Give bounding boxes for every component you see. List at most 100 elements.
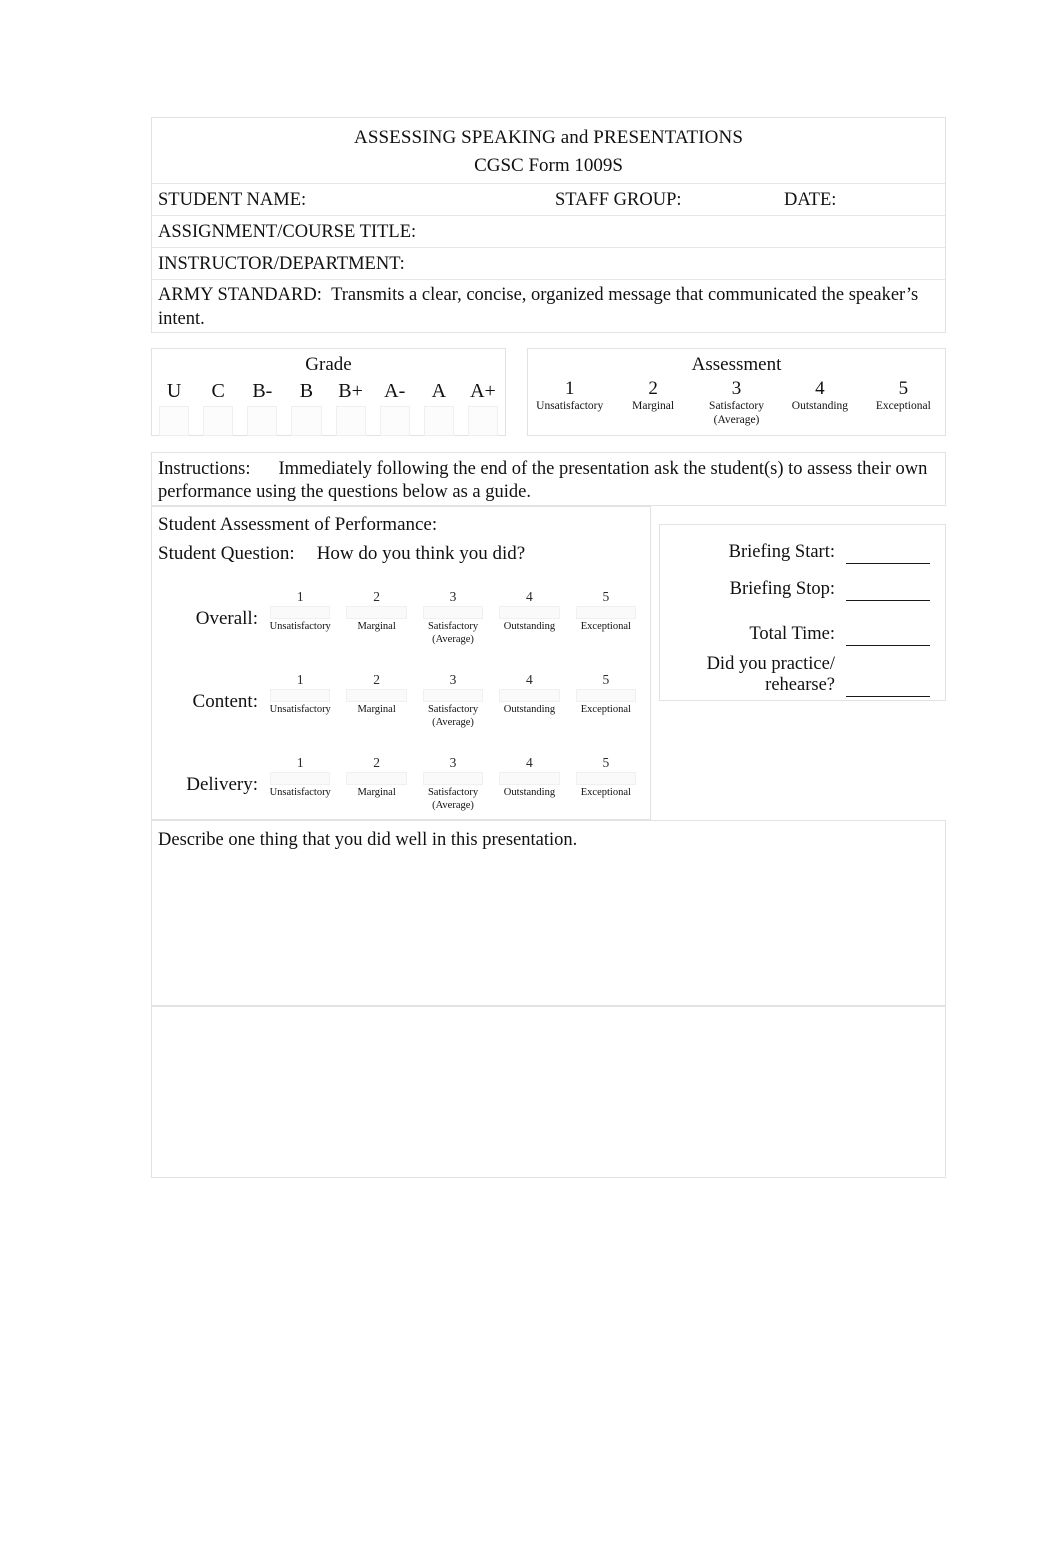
- practice-rehearse-label: Did you practice/rehearse?: [707, 654, 835, 696]
- rating-option-3[interactable]: 3 Satisfactory (Average): [415, 589, 491, 646]
- rating-option-4[interactable]: 4 Outstanding: [491, 672, 567, 729]
- assessment-caption: Assessment: [691, 354, 782, 375]
- assessment-level-word: Satisfactory: [709, 400, 764, 412]
- assessment-level-word: Outstanding: [791, 400, 849, 412]
- rating-checkbox[interactable]: [499, 606, 560, 619]
- rating-option-1[interactable]: 1 Unsatisfactory: [262, 755, 338, 812]
- rating-number: 5: [602, 589, 610, 604]
- form-page: ASSESSING SPEAKING and PRESENTATIONS CGS…: [0, 0, 1062, 1561]
- grade-option-label: U: [166, 380, 182, 402]
- rating-option-4[interactable]: 4 Outstanding: [491, 589, 567, 646]
- grade-option-c[interactable]: C: [196, 379, 240, 436]
- practice-rehearse-input[interactable]: [846, 696, 930, 697]
- rating-scale-label: Content:: [192, 691, 258, 712]
- rating-checkbox[interactable]: [270, 689, 331, 702]
- rating-word: Exceptional: [580, 704, 631, 715]
- grade-option-u[interactable]: U: [152, 379, 196, 436]
- rating-checkbox[interactable]: [575, 772, 637, 785]
- rating-scale-label: Delivery:: [186, 774, 258, 795]
- student-assessment-heading: Student Assessment of Performance:: [158, 514, 438, 535]
- grade-option-b-plus[interactable]: B+: [329, 379, 373, 436]
- rating-checkbox[interactable]: [575, 606, 637, 619]
- rating-option-1[interactable]: 1 Unsatisfactory: [262, 589, 338, 646]
- rating-option-2[interactable]: 2 Marginal: [338, 589, 414, 646]
- rating-number: 1: [296, 672, 304, 687]
- grade-checkbox[interactable]: [247, 406, 278, 436]
- grade-option-label: A-: [384, 380, 406, 402]
- date-label: DATE:: [784, 190, 837, 210]
- grade-checkbox[interactable]: [467, 406, 498, 436]
- rating-checkbox[interactable]: [270, 606, 331, 619]
- rating-number: 2: [373, 589, 380, 604]
- briefing-start-label: Briefing Start:: [728, 542, 835, 562]
- assessment-levels-strip: 1 Unsatisfactory 2 Marginal 3 Satisfacto…: [528, 378, 945, 427]
- form-number: CGSC Form 1009S: [474, 155, 623, 176]
- grade-option-a[interactable]: A: [417, 379, 461, 436]
- rating-option-3[interactable]: 3 Satisfactory (Average): [415, 755, 491, 812]
- grade-checkbox[interactable]: [203, 406, 234, 436]
- rating-checkbox[interactable]: [422, 689, 484, 702]
- rating-checkbox[interactable]: [346, 772, 407, 785]
- student-question-label: Student Question:: [158, 543, 295, 564]
- grade-option-a-plus[interactable]: A+: [461, 379, 505, 436]
- rating-number: 4: [526, 755, 533, 770]
- rating-word-2: (Average): [432, 800, 474, 811]
- grade-option-a-minus[interactable]: A-: [373, 379, 417, 436]
- assessment-level-5[interactable]: 5 Exceptional: [862, 378, 945, 427]
- total-time-input[interactable]: [846, 645, 930, 646]
- page-title: ASSESSING SPEAKING and PRESENTATIONS: [354, 127, 743, 148]
- assessment-level-number: 2: [648, 378, 658, 399]
- rating-option-2[interactable]: 2 Marginal: [338, 672, 414, 729]
- rating-word: Satisfactory: [427, 621, 479, 632]
- grade-option-label: A: [431, 380, 447, 402]
- briefing-stop-input[interactable]: [846, 600, 930, 601]
- grade-checkbox[interactable]: [159, 406, 190, 436]
- grade-option-b[interactable]: B: [284, 379, 328, 436]
- form-header-block: ASSESSING SPEAKING and PRESENTATIONS CGS…: [151, 117, 946, 333]
- rating-checkbox[interactable]: [499, 689, 560, 702]
- rating-option-1[interactable]: 1 Unsatisfactory: [262, 672, 338, 729]
- briefing-times-box: Briefing Start: Briefing Stop: Total Tim…: [659, 524, 946, 701]
- briefing-start-input[interactable]: [846, 563, 930, 564]
- total-time-label: Total Time:: [749, 624, 835, 644]
- grade-option-label: C: [211, 380, 225, 402]
- grade-checkbox[interactable]: [335, 406, 366, 436]
- rating-option-4[interactable]: 4 Outstanding: [491, 755, 567, 812]
- assessment-level-1[interactable]: 1 Unsatisfactory: [528, 378, 611, 427]
- rating-checkbox[interactable]: [575, 689, 637, 702]
- rating-number: 4: [526, 589, 533, 604]
- rating-checkbox[interactable]: [422, 606, 484, 619]
- rating-checkbox[interactable]: [422, 772, 484, 785]
- rating-scale-label: Overall:: [195, 608, 258, 629]
- student-name-label: STUDENT NAME:: [158, 190, 307, 210]
- briefing-stop-label: Briefing Stop:: [729, 579, 835, 599]
- rating-scale-grid: 1 Unsatisfactory 2 Marginal 3 Satisfacto…: [262, 755, 644, 812]
- rating-option-5[interactable]: 5 Exceptional: [568, 589, 644, 646]
- assessment-level-number: 1: [564, 378, 575, 399]
- rating-number: 2: [373, 672, 380, 687]
- describe-well-prompt: Describe one thing that you did well in …: [158, 830, 578, 850]
- rating-word: Satisfactory: [427, 787, 479, 798]
- assessment-level-3[interactable]: 3 Satisfactory (Average): [695, 378, 778, 427]
- grade-option-b-minus[interactable]: B-: [240, 379, 284, 436]
- rating-checkbox[interactable]: [499, 772, 560, 785]
- rating-checkbox[interactable]: [346, 606, 407, 619]
- grade-checkbox[interactable]: [291, 406, 322, 436]
- rating-option-2[interactable]: 2 Marginal: [338, 755, 414, 812]
- rating-scale-grid: 1 Unsatisfactory 2 Marginal 3 Satisfacto…: [262, 672, 644, 729]
- instructions-body: Immediately following the end of the pre…: [158, 459, 928, 502]
- assessment-level-2[interactable]: 2 Marginal: [611, 378, 694, 427]
- rating-number: 4: [526, 672, 533, 687]
- rating-option-3[interactable]: 3 Satisfactory (Average): [415, 672, 491, 729]
- practice-rehearse-label-line1: Did you practice/: [706, 654, 835, 674]
- rating-option-5[interactable]: 5 Exceptional: [568, 755, 644, 812]
- assessment-level-4[interactable]: 4 Outstanding: [778, 378, 861, 427]
- rating-checkbox[interactable]: [346, 689, 407, 702]
- grade-checkbox[interactable]: [423, 406, 454, 436]
- rating-checkbox[interactable]: [270, 772, 331, 785]
- rating-option-5[interactable]: 5 Exceptional: [568, 672, 644, 729]
- rating-word-2: (Average): [432, 634, 474, 645]
- describe-well-box: Describe one thing that you did well in …: [151, 820, 946, 1006]
- practice-rehearse-label-line2: rehearse?: [765, 675, 835, 695]
- grade-checkbox[interactable]: [379, 406, 410, 436]
